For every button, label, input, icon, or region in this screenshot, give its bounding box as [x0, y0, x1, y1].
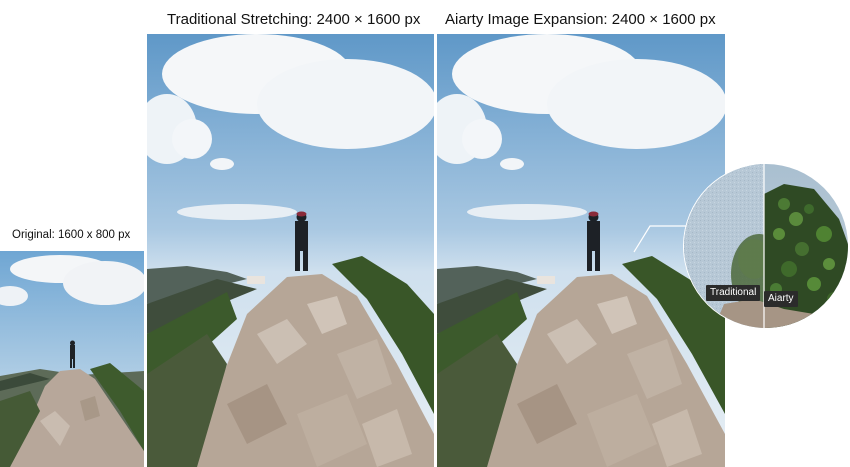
aiarty-photo: [437, 34, 725, 467]
zoom-magnifier: Traditional Aiarty: [684, 164, 848, 328]
caption-aiarty: Aiarty Image Expansion: 2400 × 1600 px: [445, 11, 716, 28]
original-photo: [0, 251, 144, 467]
traditional-photo: [147, 34, 434, 467]
zoom-label-aiarty: Aiarty: [764, 291, 798, 307]
caption-traditional: Traditional Stretching: 2400 × 1600 px: [167, 11, 421, 28]
caption-original: Original: 1600 x 800 px: [12, 229, 131, 241]
comparison-figure: Original: 1600 x 800 px Traditional Stre…: [0, 0, 850, 467]
zoom-label-traditional: Traditional: [706, 285, 761, 301]
